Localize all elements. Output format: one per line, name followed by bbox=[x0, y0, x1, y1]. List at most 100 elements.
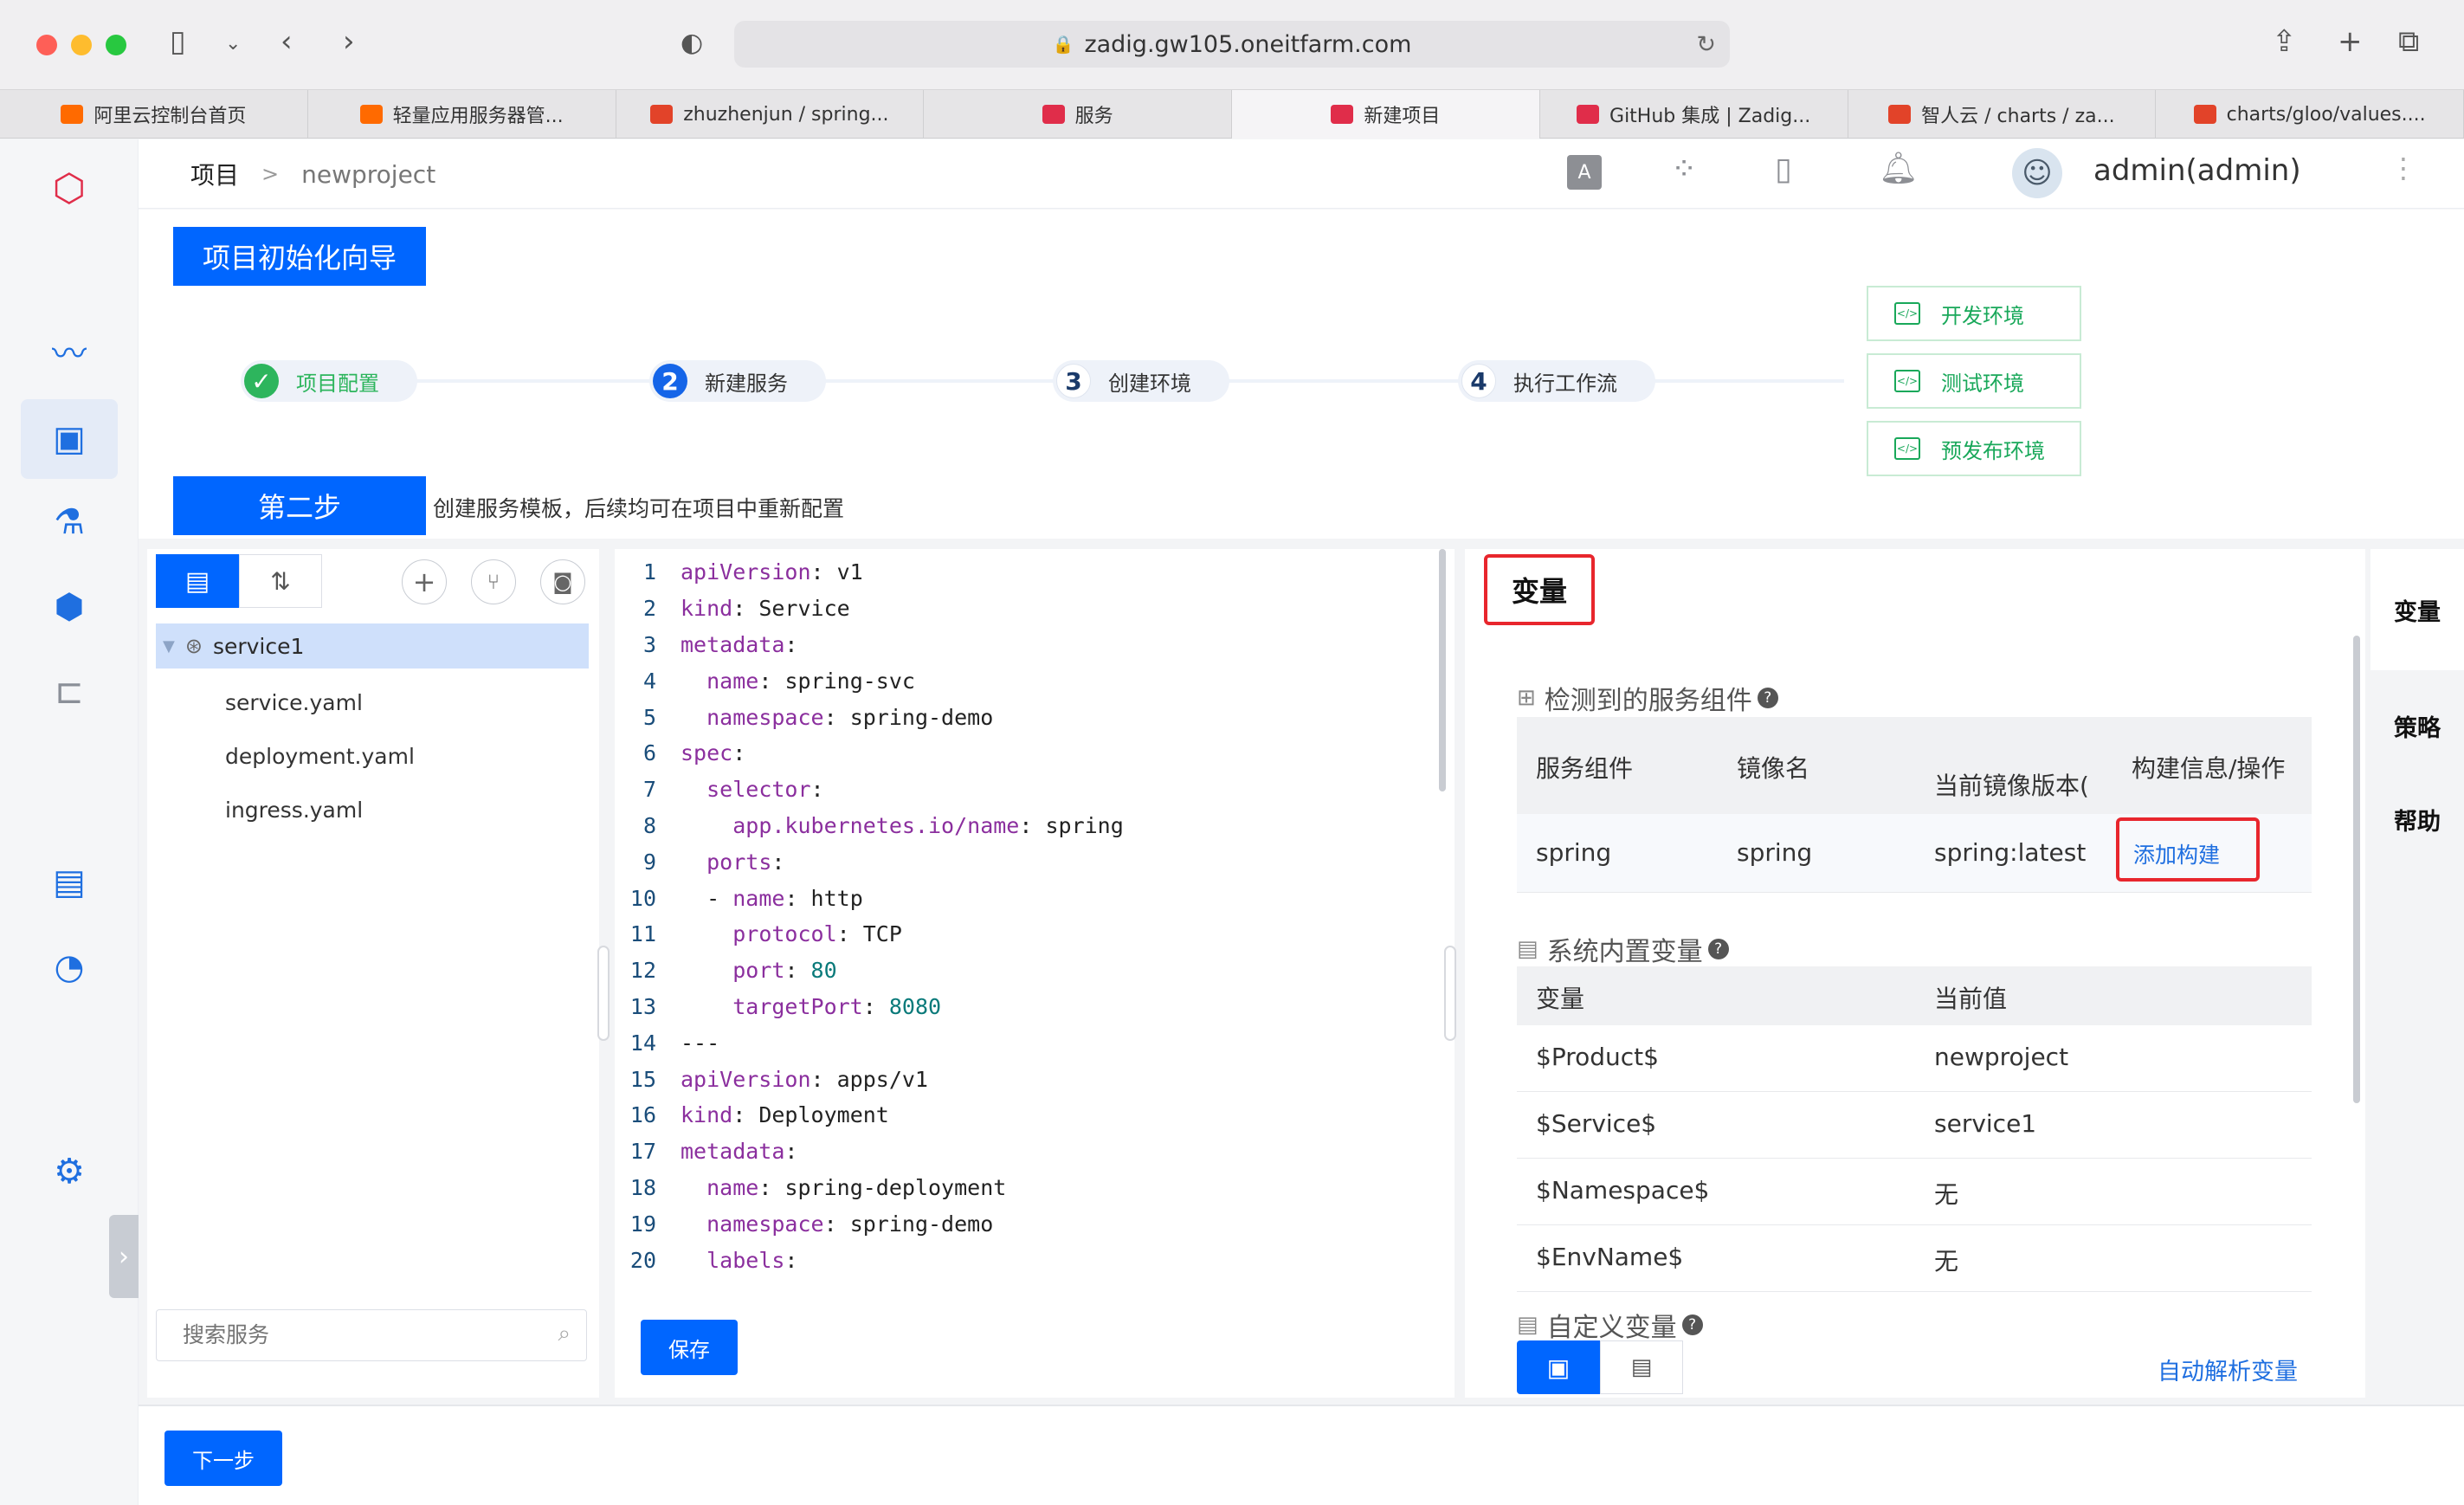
tree-service-node[interactable]: ▼ ⊛ service1 bbox=[156, 623, 589, 669]
code-editor[interactable]: 1 apiVersion: v1 2 kind: Service 3 metadata:4… bbox=[615, 554, 1429, 1278]
forward-icon[interactable]: › bbox=[343, 24, 355, 59]
help-icon[interactable]: ? bbox=[1757, 688, 1778, 708]
wizard-step[interactable]: 3 创建环境 bbox=[1053, 360, 1229, 402]
line-number: 13 bbox=[629, 993, 656, 1019]
code-line: 13 targetPort: 8080 bbox=[615, 989, 1429, 1025]
tab-overview-icon[interactable]: ⧉ bbox=[2398, 24, 2419, 59]
resize-handle-right[interactable] bbox=[1444, 946, 1456, 1041]
shield-icon[interactable]: ◐ bbox=[681, 28, 703, 58]
next-step-button[interactable]: 下一步 bbox=[164, 1431, 282, 1486]
help-icon[interactable]: ? bbox=[1707, 939, 1729, 959]
tab-variables[interactable]: 变量 bbox=[2370, 549, 2464, 670]
tree-icon[interactable]: ⊏ bbox=[45, 668, 94, 716]
maximize-window-button[interactable] bbox=[106, 35, 126, 55]
wizard-step[interactable]: 2 新建服务 bbox=[649, 360, 826, 402]
search-service-field[interactable]: ⌕ bbox=[156, 1309, 587, 1361]
git-import-icon[interactable]: ⑂ bbox=[471, 559, 516, 604]
form-view-icon[interactable]: ▣ bbox=[1517, 1340, 1600, 1394]
browser-tab[interactable]: 阿里云控制台首页 bbox=[0, 90, 308, 139]
help-icon[interactable]: ? bbox=[1681, 1314, 1703, 1335]
list-view-icon[interactable]: ▤ bbox=[156, 554, 239, 608]
search-service-input[interactable] bbox=[157, 1310, 503, 1359]
share-icon[interactable]: ⇪ bbox=[2272, 24, 2297, 59]
cube-icon[interactable]: ⬢ bbox=[45, 583, 94, 631]
zadig-logo-icon[interactable]: ⬡ bbox=[45, 164, 94, 212]
browser-tab[interactable]: GitHub 集成 | Zadig... bbox=[1540, 90, 1848, 139]
env-list: </> 开发环境 </> 测试环境 </> 预发布环境 bbox=[1867, 286, 2083, 476]
tab-policy[interactable]: 策略 bbox=[2370, 691, 2464, 760]
yaml-value: spring-demo bbox=[836, 1211, 994, 1237]
tree-file-item[interactable]: ingress.yaml bbox=[225, 783, 571, 836]
browser-tab[interactable]: 服务 bbox=[924, 90, 1232, 139]
plugins-icon[interactable]: ⁘ bbox=[1671, 152, 1697, 187]
browser-tab[interactable]: 新建项目 bbox=[1232, 90, 1540, 139]
caret-down-icon[interactable]: ▼ bbox=[163, 637, 175, 656]
yaml-colon: : bbox=[758, 668, 772, 694]
new-tab-icon[interactable]: + bbox=[2338, 24, 2363, 59]
template-icon[interactable]: ◙ bbox=[540, 559, 585, 604]
translate-icon[interactable]: A bbox=[1567, 155, 1602, 190]
browser-tab-label: GitHub 集成 | Zadig... bbox=[1609, 106, 1811, 127]
save-button[interactable]: 保存 bbox=[641, 1320, 738, 1375]
browser-tab[interactable]: charts/gloo/values.... bbox=[2156, 90, 2464, 139]
flask-icon[interactable]: ⚗ bbox=[45, 498, 94, 546]
line-number: 18 bbox=[629, 1174, 656, 1200]
browser-tab[interactable]: 轻量应用服务器管... bbox=[308, 90, 616, 139]
browser-tab[interactable]: zhuzhenjun / spring... bbox=[616, 90, 925, 139]
browser-tab-label: charts/gloo/values.... bbox=[2226, 103, 2426, 126]
monitor-icon[interactable]: 〰 bbox=[45, 326, 94, 375]
browser-tab-label: 阿里云控制台首页 bbox=[94, 106, 247, 127]
expand-sidebar-button[interactable]: › bbox=[109, 1215, 139, 1298]
yaml-key: --- bbox=[681, 1030, 720, 1056]
minimize-window-button[interactable] bbox=[71, 35, 92, 55]
project-pm-icon[interactable]: ▣ bbox=[45, 415, 94, 463]
code-line: 5 namespace: spring-demo bbox=[615, 699, 1429, 735]
avatar[interactable]: ☺ bbox=[2012, 148, 2062, 198]
breadcrumb-separator: > bbox=[261, 162, 280, 186]
add-build-link[interactable]: 添加构建 bbox=[2133, 838, 2220, 869]
reload-icon[interactable]: ↻ bbox=[1696, 31, 1716, 58]
env-label: 测试环境 bbox=[1941, 371, 2024, 396]
env-button[interactable]: </> 预发布环境 bbox=[1867, 421, 2081, 476]
tree-file-item[interactable]: deployment.yaml bbox=[225, 729, 571, 783]
sort-icon[interactable]: ⇅ bbox=[239, 554, 322, 608]
breadcrumb-root[interactable]: 项目 bbox=[190, 157, 239, 191]
wizard-step-label: 创建环境 bbox=[1108, 371, 1191, 396]
env-button[interactable]: </> 测试环境 bbox=[1867, 353, 2081, 409]
env-button[interactable]: </> 开发环境 bbox=[1867, 286, 2081, 341]
pie-chart-icon[interactable]: ◔ bbox=[45, 943, 94, 991]
wizard-step[interactable]: 4 执行工作流 bbox=[1458, 360, 1655, 402]
step-number: 3 bbox=[1056, 364, 1091, 398]
address-bar[interactable]: 🔒 zadig.gw105.oneitfarm.com ↻ bbox=[734, 21, 1730, 68]
step-number: 2 bbox=[653, 364, 687, 398]
cell-component: spring bbox=[1536, 838, 1612, 867]
yaml-colon: : bbox=[810, 777, 824, 803]
code-indent: - bbox=[681, 885, 733, 911]
bell-icon[interactable]: 🔔︎ bbox=[1879, 150, 1919, 186]
settings-icon[interactable]: ⚙ bbox=[45, 1147, 94, 1196]
wizard-step[interactable]: ✓ 项目配置 bbox=[241, 360, 417, 402]
tree-file-item[interactable]: service.yaml bbox=[225, 675, 571, 729]
auto-parse-link[interactable]: 自动解析变量 bbox=[2158, 1353, 2298, 1386]
tab-help[interactable]: 帮助 bbox=[2370, 785, 2464, 854]
yaml-value: spring-svc bbox=[771, 668, 915, 694]
editor-scrollbar[interactable] bbox=[1439, 549, 1446, 791]
var-name: $Product$ bbox=[1536, 1043, 1659, 1071]
more-menu-icon[interactable]: ⋮ bbox=[2390, 152, 2417, 184]
var-value: newproject bbox=[1934, 1043, 2069, 1071]
sidebar-toggle-icon[interactable]: ▯ bbox=[170, 24, 186, 59]
back-icon[interactable]: ‹ bbox=[281, 24, 293, 59]
dashboard-icon[interactable]: ▤ bbox=[45, 858, 94, 907]
docs-icon[interactable]: ▯ bbox=[1775, 152, 1792, 187]
add-service-button[interactable]: + bbox=[402, 559, 447, 604]
yaml-view-icon[interactable]: ▤ bbox=[1600, 1340, 1683, 1394]
resize-handle-left[interactable] bbox=[597, 946, 610, 1041]
variables-scrollbar[interactable] bbox=[2353, 636, 2360, 1103]
browser-tab[interactable]: 智人云 / charts / za... bbox=[1848, 90, 2157, 139]
yaml-value: Deployment bbox=[745, 1102, 889, 1128]
chevron-down-icon[interactable]: ⌄ bbox=[225, 33, 241, 55]
code-line: 19 namespace: spring-demo bbox=[615, 1205, 1429, 1242]
close-window-button[interactable] bbox=[36, 35, 57, 55]
user-name[interactable]: admin(admin) bbox=[2093, 153, 2301, 188]
